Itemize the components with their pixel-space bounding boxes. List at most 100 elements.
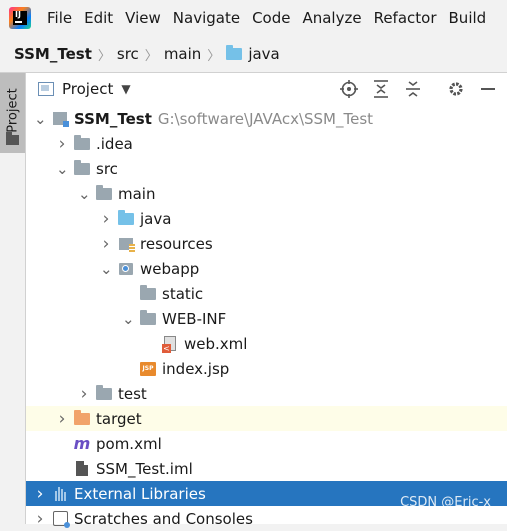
tree-node-resources[interactable]: › resources bbox=[26, 231, 507, 256]
tree-node-label: static bbox=[162, 284, 204, 303]
tree-node-target[interactable]: › target bbox=[26, 406, 507, 431]
menu-bar: FileEditViewNavigateCodeAnalyzeRefactorB… bbox=[0, 0, 507, 36]
collapse-all-icon bbox=[406, 81, 420, 97]
left-tool-window-bar: Project bbox=[0, 73, 26, 524]
tree-node-label: java bbox=[140, 209, 172, 228]
menu-view[interactable]: View bbox=[119, 0, 167, 36]
tree-node-label: SSM_Test bbox=[74, 109, 152, 128]
resources-folder-icon bbox=[118, 236, 135, 252]
jsp-file-icon: JSP bbox=[140, 361, 156, 377]
tree-node-label: External Libraries bbox=[74, 484, 206, 503]
collapse-all-button[interactable] bbox=[402, 79, 424, 99]
tree-node-label: pom.xml bbox=[96, 434, 162, 453]
source-folder-icon bbox=[118, 209, 134, 227]
chevron-right-icon[interactable]: › bbox=[100, 209, 112, 229]
folder-icon bbox=[96, 384, 112, 402]
menu-navigate[interactable]: Navigate bbox=[167, 0, 246, 36]
tree-node-label: webapp bbox=[140, 259, 200, 278]
tree-node-label: .idea bbox=[96, 134, 133, 153]
dropdown-arrow-icon[interactable]: ▼ bbox=[121, 82, 130, 96]
chevron-right-icon[interactable]: › bbox=[34, 509, 46, 529]
tree-node-static[interactable]: static bbox=[26, 281, 507, 306]
settings-button[interactable] bbox=[445, 79, 467, 99]
watermark: CSDN @Eric-x bbox=[400, 495, 491, 510]
tree-node-label: WEB-INF bbox=[162, 309, 227, 328]
menu-build[interactable]: Build bbox=[443, 0, 493, 36]
iml-file-icon bbox=[74, 461, 90, 477]
tree-node-label: index.jsp bbox=[162, 359, 230, 378]
maven-pom-icon: m bbox=[73, 434, 91, 453]
chevron-right-icon[interactable]: › bbox=[56, 134, 68, 154]
chevron-right-icon[interactable]: › bbox=[34, 484, 46, 504]
project-tool-tab[interactable]: Project bbox=[0, 73, 25, 153]
menu-code[interactable]: Code bbox=[246, 0, 296, 36]
menu-edit[interactable]: Edit bbox=[78, 0, 119, 36]
tree-node-ssm-test-iml[interactable]: SSM_Test.iml bbox=[26, 456, 507, 481]
tree-node-index-jsp[interactable]: JSP index.jsp bbox=[26, 356, 507, 381]
folder-icon bbox=[6, 132, 19, 145]
module-icon bbox=[52, 111, 69, 127]
tree-node-label: main bbox=[118, 184, 156, 203]
chevron-right-icon[interactable]: › bbox=[78, 384, 90, 404]
tree-node-web-xml[interactable]: web.xml bbox=[26, 331, 507, 356]
locate-file-button[interactable] bbox=[338, 79, 360, 99]
tree-node-src[interactable]: ⌄ src bbox=[26, 156, 507, 181]
tree-node-label: target bbox=[96, 409, 142, 428]
chevron-right-icon: 〉 bbox=[207, 48, 221, 64]
chevron-down-icon[interactable]: ⌄ bbox=[34, 111, 47, 126]
chevron-right-icon: 〉 bbox=[97, 48, 111, 64]
minimize-icon bbox=[481, 88, 495, 90]
expand-all-button[interactable] bbox=[370, 79, 392, 99]
scratch-icon bbox=[52, 511, 70, 528]
folder-icon bbox=[96, 184, 112, 202]
tree-node-label: resources bbox=[140, 234, 213, 253]
tree-node-label: src bbox=[96, 159, 118, 178]
tree-node-main[interactable]: ⌄ main bbox=[26, 181, 507, 206]
webapp-folder-icon bbox=[118, 261, 134, 277]
chevron-down-icon[interactable]: ⌄ bbox=[56, 161, 69, 176]
tree-node-label: SSM_Test.iml bbox=[96, 459, 193, 478]
expand-all-icon bbox=[374, 80, 388, 98]
chevron-right-icon[interactable]: › bbox=[100, 234, 112, 254]
tree-node--idea[interactable]: › .idea bbox=[26, 131, 507, 156]
project-panel: Project ▼ ⌄ SSM_Test G:\software\JAVAcx\SS… bbox=[26, 73, 507, 529]
chevron-down-icon[interactable]: ⌄ bbox=[122, 311, 135, 326]
crosshair-icon bbox=[340, 80, 358, 98]
breadcrumb: SSM_Test 〉 src 〉 main 〉 java bbox=[0, 45, 280, 64]
xml-file-icon bbox=[162, 336, 178, 353]
menu-items: File Edit View Navigate Code Analyze Refactor B… bbox=[41, 0, 492, 36]
project-path-hint: G:\software\JAVAcx\SSM_Test bbox=[157, 109, 374, 128]
tree-node-webapp[interactable]: ⌄ webapp bbox=[26, 256, 507, 281]
gear-icon bbox=[449, 82, 463, 96]
project-view-icon bbox=[38, 82, 54, 96]
tree-node-label: Scratches and Consoles bbox=[74, 509, 253, 528]
navigation-bar: SSM_Test 〉 src 〉 main 〉 java bbox=[0, 36, 507, 73]
breadcrumb-project[interactable]: SSM_Test bbox=[14, 45, 92, 63]
chevron-right-icon: 〉 bbox=[144, 48, 158, 64]
chevron-right-icon[interactable]: › bbox=[56, 409, 68, 429]
project-tab-label: Project bbox=[5, 88, 21, 133]
tree-node-java[interactable]: › java bbox=[26, 206, 507, 231]
panel-title[interactable]: Project bbox=[62, 80, 113, 98]
source-folder-icon bbox=[226, 45, 243, 60]
breadcrumb-java[interactable]: java bbox=[248, 45, 279, 63]
folder-icon bbox=[74, 134, 90, 152]
tree-node-web-inf[interactable]: ⌄ WEB-INF bbox=[26, 306, 507, 331]
menu-refactor[interactable]: Refactor bbox=[368, 0, 443, 36]
folder-icon bbox=[140, 309, 156, 327]
tree-node-test[interactable]: › test bbox=[26, 381, 507, 406]
library-icon bbox=[52, 486, 68, 502]
menu-analyze[interactable]: Analyze bbox=[296, 0, 367, 36]
tree-node-label: test bbox=[118, 384, 147, 403]
chevron-down-icon[interactable]: ⌄ bbox=[100, 261, 113, 276]
tree-node-label: web.xml bbox=[184, 334, 248, 353]
tree-node-pom-xml[interactable]: m pom.xml bbox=[26, 431, 507, 456]
breadcrumb-src[interactable]: src bbox=[117, 45, 139, 63]
intellij-logo-icon bbox=[9, 7, 31, 29]
chevron-down-icon[interactable]: ⌄ bbox=[78, 186, 91, 201]
folder-icon bbox=[74, 159, 90, 177]
tree-node-ssm-test[interactable]: ⌄ SSM_Test G:\software\JAVAcx\SSM_Test bbox=[26, 106, 507, 131]
hide-panel-button[interactable] bbox=[477, 79, 499, 99]
breadcrumb-main[interactable]: main bbox=[164, 45, 201, 63]
menu-file[interactable]: File bbox=[41, 0, 78, 36]
